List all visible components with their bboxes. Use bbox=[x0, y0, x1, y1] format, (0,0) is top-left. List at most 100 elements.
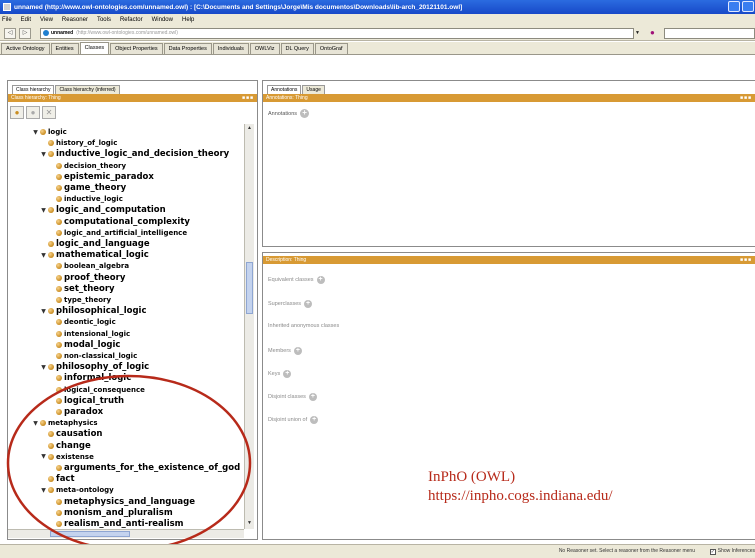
add-icon[interactable]: + bbox=[283, 370, 292, 378]
tree-node[interactable]: proof_theory bbox=[48, 272, 125, 284]
tree-node[interactable]: deontic_logic bbox=[48, 316, 116, 328]
forward-arrow-icon[interactable]: ▷ bbox=[19, 28, 31, 39]
caption: InPhO (OWL) https://inpho.cogs.indiana.e… bbox=[428, 468, 613, 506]
expand-triangle-icon[interactable]: ▼ bbox=[40, 308, 47, 315]
tree-node[interactable]: fact bbox=[40, 473, 75, 485]
tree-node[interactable]: metaphysics_and_language bbox=[48, 496, 195, 508]
tree-node[interactable]: ▼ inductive_logic_and_decision_theory bbox=[40, 148, 229, 160]
tree-node[interactable]: ▼ logic_and_computation bbox=[40, 204, 166, 216]
menu-window[interactable]: Window bbox=[152, 17, 173, 23]
panel-controls-icon[interactable]: ■■■ bbox=[740, 256, 752, 264]
add-icon[interactable]: + bbox=[293, 347, 302, 355]
add-subclass-icon[interactable]: ● bbox=[10, 106, 24, 119]
tree-node[interactable]: intensional_logic bbox=[48, 328, 130, 340]
tree-node[interactable]: boolean_algebra bbox=[48, 260, 129, 272]
tree-node[interactable]: paradox bbox=[48, 406, 103, 418]
tree-node[interactable]: game_theory bbox=[48, 182, 126, 194]
tab-individuals[interactable]: Individuals bbox=[212, 43, 249, 54]
menu-view[interactable]: View bbox=[40, 17, 53, 23]
subtab-usage[interactable]: Usage bbox=[302, 85, 325, 94]
tab-classes[interactable]: Classes bbox=[79, 42, 110, 54]
menu-help[interactable]: Help bbox=[182, 17, 194, 23]
tree-node[interactable]: set_theory bbox=[48, 283, 115, 295]
tree-node-label: computational_complexity bbox=[64, 216, 190, 227]
menu-file[interactable]: File bbox=[2, 17, 12, 23]
expand-triangle-icon[interactable]: ▼ bbox=[40, 453, 47, 460]
chevron-down-icon[interactable]: ▼ bbox=[635, 30, 640, 36]
search-input[interactable] bbox=[664, 28, 755, 39]
scroll-up-icon[interactable]: ▲ bbox=[246, 125, 253, 133]
tab-ontograf[interactable]: OntoGraf bbox=[314, 43, 348, 54]
add-sibling-icon[interactable]: ● bbox=[26, 106, 40, 119]
tab-entities[interactable]: Entities bbox=[50, 43, 79, 54]
tree-node[interactable]: non-classical_logic bbox=[48, 350, 137, 362]
tree-node[interactable]: type_theory bbox=[48, 294, 111, 306]
globe-icon bbox=[43, 29, 49, 36]
tree-node[interactable]: arguments_for_the_existence_of_god bbox=[48, 462, 240, 474]
menu-refactor[interactable]: Refactor bbox=[120, 17, 143, 23]
tree-node[interactable]: change bbox=[40, 440, 91, 452]
expand-triangle-icon[interactable]: ▼ bbox=[40, 207, 47, 214]
tree-node[interactable]: history_of_logic bbox=[40, 137, 117, 149]
scroll-thumb[interactable] bbox=[246, 262, 253, 314]
subtab-annotations[interactable]: Annotations bbox=[267, 85, 302, 94]
tab-data-properties[interactable]: Data Properties bbox=[163, 43, 212, 54]
tree-node[interactable]: epistemic_paradox bbox=[48, 171, 154, 183]
expand-triangle-icon[interactable]: ▼ bbox=[40, 151, 47, 158]
tree-node[interactable]: ▼ philosophical_logic bbox=[40, 305, 146, 317]
tree-node[interactable]: ▼ logic bbox=[32, 126, 67, 138]
tree-node[interactable]: logic_and_artificial_intelligence bbox=[48, 227, 187, 239]
menu-tools[interactable]: Tools bbox=[97, 17, 111, 23]
checkbox-icon[interactable]: ✓ bbox=[709, 548, 716, 555]
expand-triangle-icon[interactable]: ▼ bbox=[32, 420, 39, 427]
subtab-class-hierarchy-inferred[interactable]: Class hierarchy (inferred) bbox=[55, 85, 120, 94]
add-icon[interactable]: + bbox=[308, 393, 317, 401]
binoculars-icon[interactable]: ● bbox=[650, 29, 660, 38]
panel-controls-icon[interactable]: ■■■ bbox=[740, 94, 752, 102]
tree-node[interactable]: monism_and_pluralism bbox=[48, 507, 173, 519]
tree-node[interactable]: ▼ metaphysics bbox=[32, 417, 97, 429]
tree-node[interactable]: ▼ meta-ontology bbox=[40, 484, 114, 496]
tree-vertical-scrollbar[interactable]: ▲ ▼ bbox=[244, 124, 254, 529]
panel-controls-icon[interactable]: ■■■ bbox=[242, 94, 254, 102]
expand-triangle-icon[interactable]: ▼ bbox=[32, 129, 39, 136]
add-icon[interactable]: + bbox=[304, 300, 313, 308]
menu-reasoner[interactable]: Reasoner bbox=[62, 17, 88, 23]
hscroll-thumb[interactable] bbox=[50, 531, 130, 537]
tab-dl-query[interactable]: DL Query bbox=[280, 43, 314, 54]
tree-node[interactable]: ▼ existense bbox=[40, 451, 94, 463]
ontology-url-field[interactable]: unnamed (http://www.owl-ontologies.com/un… bbox=[40, 28, 634, 39]
tree-node[interactable]: logical_consequence bbox=[48, 384, 145, 396]
add-icon[interactable]: + bbox=[316, 276, 325, 284]
tab-active-ontology[interactable]: Active Ontology bbox=[1, 43, 50, 54]
tab-owlviz[interactable]: OWLViz bbox=[249, 43, 280, 54]
subtab-class-hierarchy[interactable]: Class hierarchy bbox=[12, 85, 55, 94]
tree-node[interactable]: ▼ mathematical_logic bbox=[40, 249, 149, 261]
tree-node[interactable]: logic_and_language bbox=[40, 238, 150, 250]
tree-node[interactable]: causation bbox=[40, 428, 103, 440]
expand-triangle-icon[interactable]: ▼ bbox=[40, 364, 47, 371]
tree-node[interactable]: realism_and_anti-realism bbox=[48, 518, 184, 529]
tree-horizontal-scrollbar[interactable] bbox=[8, 529, 244, 538]
add-annotation-icon[interactable]: + bbox=[300, 109, 310, 118]
tree-node-label: logical_consequence bbox=[64, 385, 145, 394]
tree-node[interactable]: ▼ philosophy_of_logic bbox=[40, 361, 149, 373]
menu-edit[interactable]: Edit bbox=[21, 17, 31, 23]
expand-triangle-icon[interactable]: ▼ bbox=[40, 487, 47, 494]
maximize-button[interactable] bbox=[742, 1, 754, 12]
tree-node[interactable]: decision_theory bbox=[48, 160, 126, 172]
minimize-button[interactable] bbox=[728, 1, 740, 12]
show-inferences-checkbox[interactable]: ✓ Show Inferences bbox=[709, 545, 755, 558]
tree-node[interactable]: modal_logic bbox=[48, 339, 120, 351]
add-icon[interactable]: + bbox=[310, 416, 319, 424]
tree-node[interactable]: inductive_logic bbox=[48, 193, 123, 205]
tree-node[interactable]: informal_logic bbox=[48, 372, 131, 384]
scroll-down-icon[interactable]: ▼ bbox=[246, 520, 253, 528]
tree-node[interactable]: logical_truth bbox=[48, 395, 124, 407]
tree-node[interactable]: computational_complexity bbox=[48, 216, 190, 228]
class-hierarchy-header: Class hierarchy: Thing ■■■ bbox=[8, 94, 257, 102]
expand-triangle-icon[interactable]: ▼ bbox=[40, 252, 47, 259]
back-arrow-icon[interactable]: ◁ bbox=[4, 28, 16, 39]
delete-class-icon[interactable]: ✕ bbox=[42, 106, 56, 119]
tab-object-properties[interactable]: Object Properties bbox=[110, 43, 163, 54]
